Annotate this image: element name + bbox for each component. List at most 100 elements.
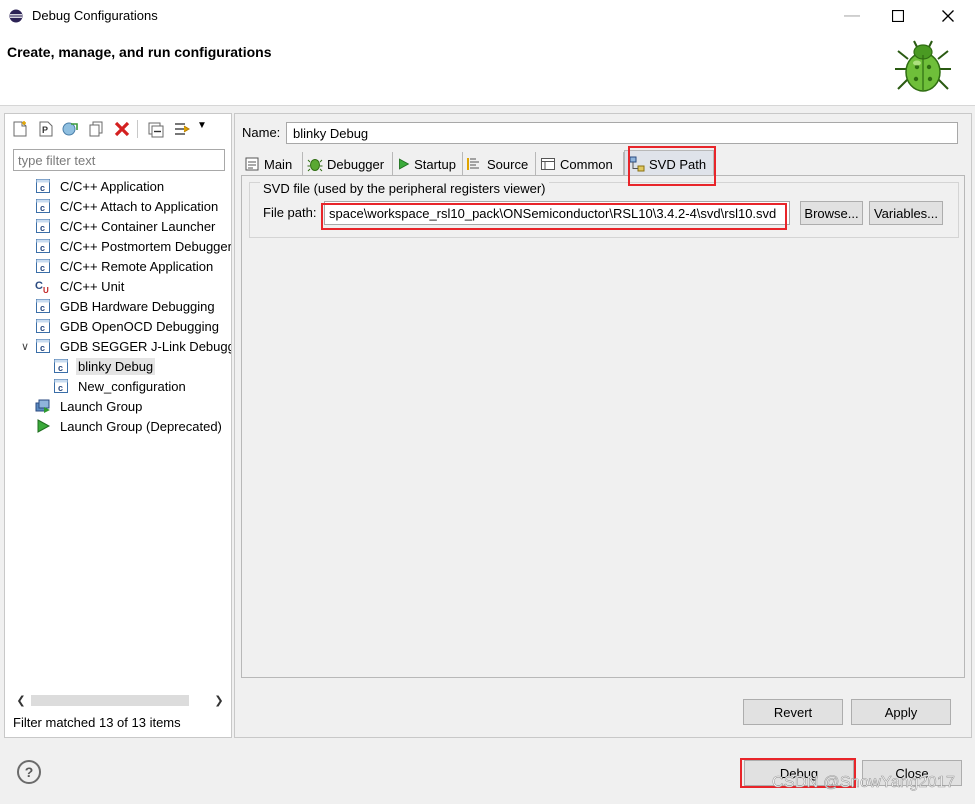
configuration-editor-panel: Name: Main Debugger Startup Source Common SVD… [234, 113, 972, 738]
main-tab-icon [245, 157, 259, 171]
c-config-icon: c [36, 259, 50, 273]
cu-unit-icon: CU [35, 280, 49, 294]
tree-item-label: C/C++ Unit [60, 278, 125, 294]
tree-item[interactable]: Launch Group (Deprecated) [35, 416, 224, 436]
new-prototype-icon[interactable]: P [37, 120, 55, 138]
tab-label: Main [264, 156, 293, 172]
collapse-chevron-icon[interactable]: ∨ [19, 336, 31, 356]
tab-label: Source [487, 156, 529, 172]
horizontal-scrollbar[interactable]: ❮ ❯ [13, 692, 227, 709]
name-input[interactable] [286, 122, 958, 144]
tree-item[interactable]: C U C/C++ Unit [35, 276, 126, 296]
tree-item[interactable]: c GDB SEGGER J-Link Debugging [35, 336, 231, 356]
filter-status: Filter matched 13 of 13 items [13, 715, 181, 730]
startup-play-icon [399, 158, 410, 170]
tree-item-label: C/C++ Application [60, 178, 165, 194]
tree-item-label: blinky Debug [76, 357, 156, 375]
c-config-icon: c [54, 379, 68, 393]
banner-title: Create, manage, and run configurations [7, 44, 272, 60]
delete-icon[interactable] [113, 120, 131, 138]
revert-button[interactable]: Revert [743, 699, 843, 725]
tree-item[interactable]: c C/C++ Postmortem Debugger [35, 236, 231, 256]
svg-text:c: c [40, 263, 45, 273]
tree-item-label: GDB Hardware Debugging [60, 298, 215, 314]
debug-bug-icon [895, 40, 951, 92]
tab-label: Debugger [327, 156, 385, 172]
tab-label: Startup [414, 156, 456, 172]
scroll-right-icon[interactable]: ❯ [211, 692, 227, 709]
close-icon [942, 10, 954, 22]
collapse-all-icon[interactable] [147, 120, 165, 138]
toolbar-divider [137, 120, 138, 138]
svd-path-icon [629, 156, 645, 172]
tree-item-label: GDB SEGGER J-Link Debugging [60, 338, 231, 354]
debugger-bug-icon [307, 159, 323, 172]
view-menu-chevron-icon[interactable]: ▼ [197, 120, 207, 131]
left-toolbar: P ▼ [5, 114, 231, 144]
tab-label: SVD Path [649, 156, 707, 172]
source-icon [467, 158, 479, 170]
variables-button[interactable]: Variables... [869, 201, 943, 225]
c-config-icon: c [36, 239, 50, 253]
tree-item[interactable]: Launch Group [35, 396, 144, 416]
tree-item-label: New_configuration [78, 378, 186, 394]
filter-icon[interactable] [173, 120, 191, 138]
file-path-label: File path: [263, 205, 317, 220]
svd-file-group: SVD file (used by the peripheral registe… [249, 181, 959, 238]
svg-text:c: c [40, 183, 45, 193]
title-bar: Debug Configurations — [0, 0, 975, 32]
file-path-input[interactable] [324, 201, 790, 225]
c-config-icon: c [54, 359, 68, 373]
minimize-button[interactable]: — [829, 0, 875, 32]
maximize-button[interactable] [875, 0, 921, 32]
tree-item-label: C/C++ Container Launcher [60, 218, 216, 234]
tab-main[interactable]: Main [240, 152, 303, 176]
duplicate-icon[interactable] [87, 120, 105, 138]
c-config-icon: c [36, 299, 50, 313]
tab-common[interactable]: Common [536, 152, 624, 176]
export-configuration-icon[interactable] [61, 120, 79, 138]
svg-text:c: c [40, 323, 45, 333]
tree-item[interactable]: c New_configuration [53, 376, 188, 396]
svg-text:C: C [35, 280, 43, 292]
tree-item[interactable]: c GDB Hardware Debugging [35, 296, 217, 316]
scroll-left-icon[interactable]: ❮ [13, 692, 29, 709]
apply-button[interactable]: Apply [851, 699, 951, 725]
new-launch-configuration-icon[interactable] [11, 120, 29, 138]
tree-item-label: C/C++ Postmortem Debugger [60, 238, 231, 254]
launch-group-icon [35, 399, 50, 413]
tree-item[interactable]: c C/C++ Remote Application [35, 256, 215, 276]
c-config-icon: c [36, 179, 50, 193]
tab-source[interactable]: Source [463, 152, 536, 176]
tree-item[interactable]: c GDB OpenOCD Debugging [35, 316, 221, 336]
tree-item-label: C/C++ Remote Application [60, 258, 214, 274]
help-button[interactable]: ? [17, 760, 41, 784]
configuration-tree: ∨ c C/C++ Application c C/C++ Attach to App… [5, 176, 231, 686]
name-label: Name: [242, 125, 281, 140]
filter-input[interactable] [13, 149, 225, 171]
close-window-button[interactable] [925, 0, 971, 32]
browse-button[interactable]: Browse... [800, 201, 863, 225]
c-config-icon: c [36, 219, 50, 233]
c-config-icon: c [36, 339, 50, 353]
configuration-list-panel: P ▼ ∨ c C/C++ Application c C/C++ Attach to… [4, 113, 232, 738]
tree-item[interactable]: c C/C++ Application [35, 176, 166, 196]
svg-text:P: P [42, 125, 48, 135]
svd-group-title: SVD file (used by the peripheral registe… [260, 181, 549, 196]
question-mark-icon: ? [24, 764, 34, 780]
svg-text:c: c [40, 343, 45, 353]
svg-text:U: U [43, 286, 49, 294]
tree-item[interactable]: c blinky Debug [53, 356, 156, 376]
tab-bar: Main Debugger Startup Source Common SVD Path [240, 150, 965, 177]
tab-startup[interactable]: Startup [393, 152, 463, 176]
scrollbar-thumb[interactable] [31, 695, 189, 706]
tab-svd-path[interactable]: SVD Path [624, 150, 714, 177]
tab-label: Common [560, 156, 613, 172]
tree-item[interactable]: c C/C++ Container Launcher [35, 216, 217, 236]
tree-item[interactable]: c C/C++ Attach to Application [35, 196, 220, 216]
c-config-icon: c [36, 319, 50, 333]
window-title: Debug Configurations [32, 8, 158, 23]
tab-debugger[interactable]: Debugger [303, 152, 393, 176]
svd-path-tab-content: SVD file (used by the peripheral registe… [241, 175, 965, 678]
tree-item-label: GDB OpenOCD Debugging [60, 318, 219, 334]
